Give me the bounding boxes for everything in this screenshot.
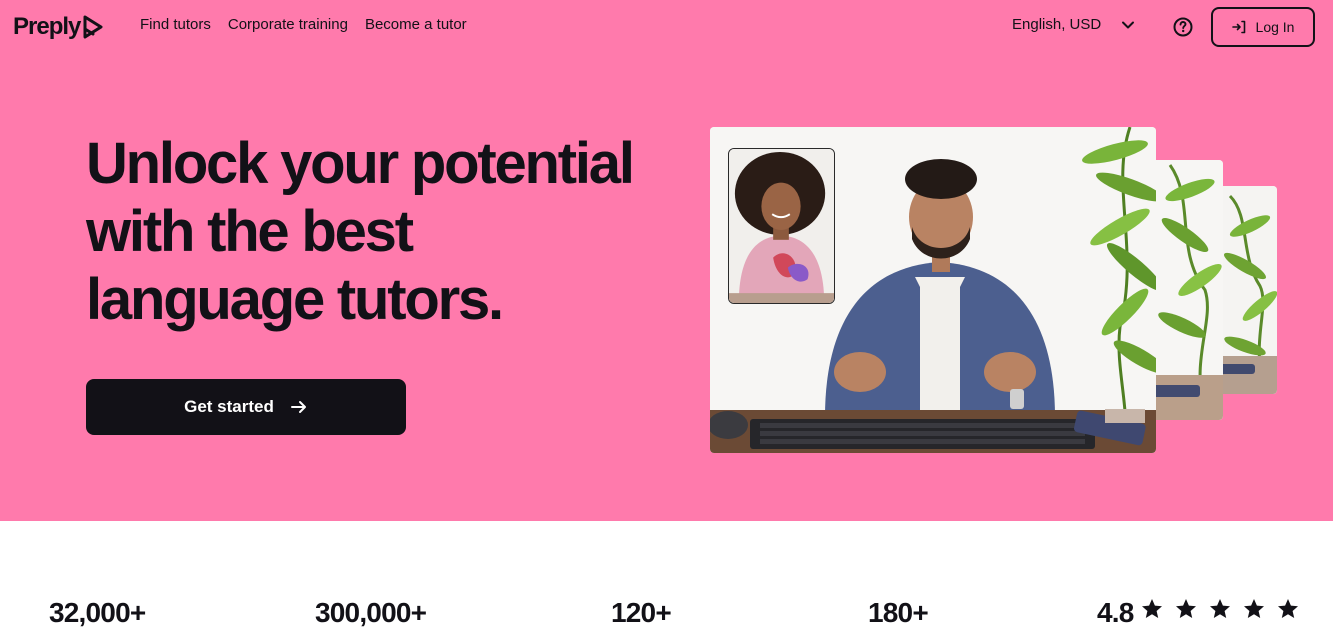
arrow-right-icon (290, 401, 306, 413)
rating-value: 4.8 (1097, 597, 1134, 628)
nav-link-corporate-training[interactable]: Corporate training (228, 16, 348, 33)
student-video-thumbnail (728, 148, 835, 304)
hero-section: Preply Find tutors Corporate training Be… (0, 0, 1333, 521)
stat-value: 32,000+ (49, 597, 146, 628)
login-icon (1231, 20, 1245, 34)
star-icon (1176, 599, 1196, 618)
language-currency-label: English, USD (1012, 16, 1102, 33)
preply-logo[interactable]: Preply (13, 10, 104, 44)
chevron-down-icon (1122, 21, 1135, 28)
headline-line: Unlock your potential (86, 131, 635, 196)
stat-value: 300,000+ (315, 597, 427, 628)
hero-headline: Unlock your potential with the best lang… (86, 130, 676, 334)
star-icon (1142, 599, 1162, 618)
stats-section: 32,000+ 300,000+ 120+ 180+ 4.8 (0, 521, 1333, 630)
login-label: Log In (1255, 19, 1295, 35)
language-currency-selector[interactable]: English, USD (1012, 16, 1135, 33)
get-started-label: Get started (184, 397, 274, 416)
nav-link-find-tutors[interactable]: Find tutors (140, 16, 211, 33)
nav-links: Find tutors Corporate training Become a … (140, 16, 467, 33)
rating-stars (1140, 597, 1300, 621)
headline-line: language tutors. (86, 267, 504, 332)
preply-logo-icon (83, 15, 103, 39)
question-circle-icon[interactable] (1172, 16, 1194, 38)
stat-value: 180+ (868, 597, 929, 628)
star-icon (1278, 599, 1298, 618)
get-started-button[interactable]: Get started (86, 379, 406, 435)
top-navigation: Preply Find tutors Corporate training Be… (0, 0, 1333, 54)
star-icon (1244, 599, 1264, 618)
stat-value: 120+ (611, 597, 672, 628)
brand-name: Preply (13, 13, 81, 40)
login-button[interactable]: Log In (1211, 7, 1315, 47)
headline-line: with the best (86, 199, 414, 264)
nav-link-become-a-tutor[interactable]: Become a tutor (365, 16, 467, 33)
star-icon (1210, 599, 1230, 618)
